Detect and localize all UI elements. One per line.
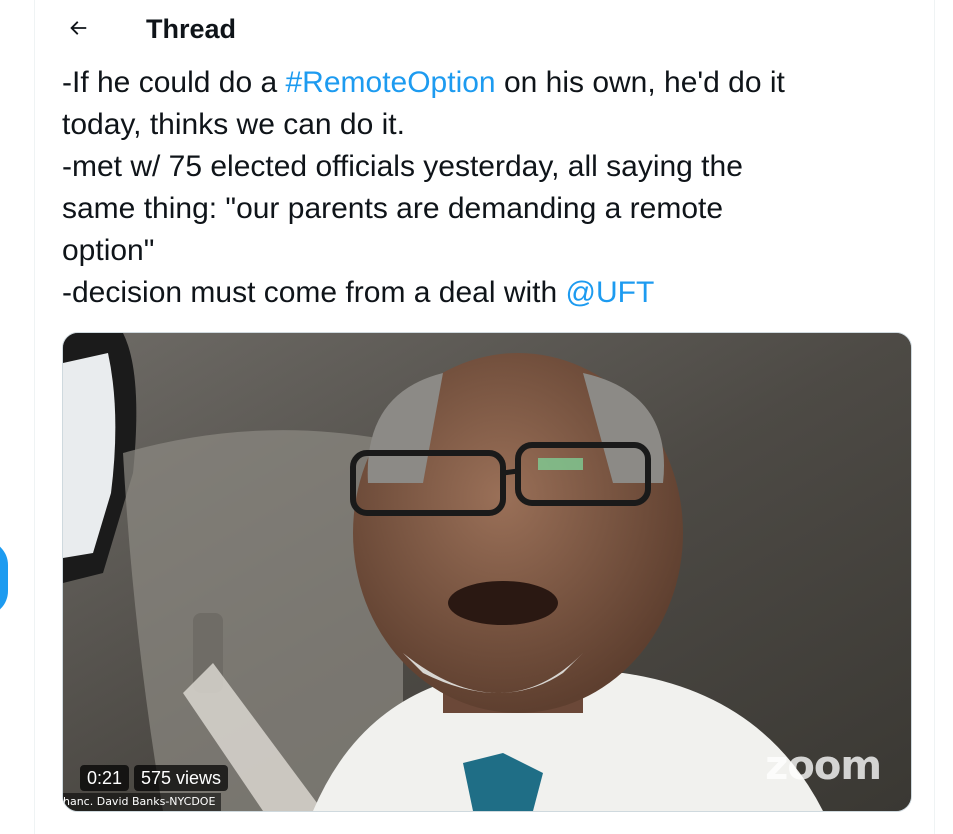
tweet-text-segment: -decision must come from a deal with bbox=[62, 276, 566, 309]
tweet-line: today, thinks we can do it. bbox=[62, 108, 405, 141]
tweet-line: option" bbox=[62, 234, 155, 267]
tweet-line: -decision must come from a deal with @UF… bbox=[62, 272, 922, 314]
column-border-left bbox=[34, 0, 35, 834]
page-title: Thread bbox=[146, 14, 237, 44]
column-border-right bbox=[934, 0, 935, 834]
tweet-line: -If he could do a #RemoteOption on his o… bbox=[62, 62, 922, 104]
hashtag-link[interactable]: #RemoteOption bbox=[285, 66, 495, 99]
tweet-text-segment: on his own, he'd do it bbox=[495, 66, 785, 99]
tweet-thread-page: Thread -If he could do a #RemoteOption o… bbox=[0, 0, 953, 834]
speaker-name-tag: hanc. David Banks-NYCDOE bbox=[63, 793, 222, 811]
back-button[interactable] bbox=[59, 9, 97, 47]
mention-link[interactable]: @UFT bbox=[566, 276, 655, 309]
zoom-watermark: zoom bbox=[765, 743, 882, 789]
video-player[interactable]: 0:21 575 views zoom hanc. David Banks-NY… bbox=[62, 332, 912, 812]
arrow-left-icon bbox=[70, 21, 87, 35]
video-frame bbox=[63, 333, 911, 811]
tweet-line: same thing: "our parents are demanding a… bbox=[62, 192, 724, 225]
video-view-count: 575 views bbox=[134, 765, 229, 791]
tweet-text: -If he could do a #RemoteOption on his o… bbox=[62, 62, 922, 314]
tweet-line: -met w/ 75 elected officials yesterday, … bbox=[62, 150, 743, 183]
video-duration: 0:21 bbox=[80, 765, 130, 791]
thread-header: Thread bbox=[35, 0, 934, 58]
tweet-text-segment: -If he could do a bbox=[62, 66, 286, 99]
compose-tweet-button[interactable] bbox=[0, 540, 8, 616]
